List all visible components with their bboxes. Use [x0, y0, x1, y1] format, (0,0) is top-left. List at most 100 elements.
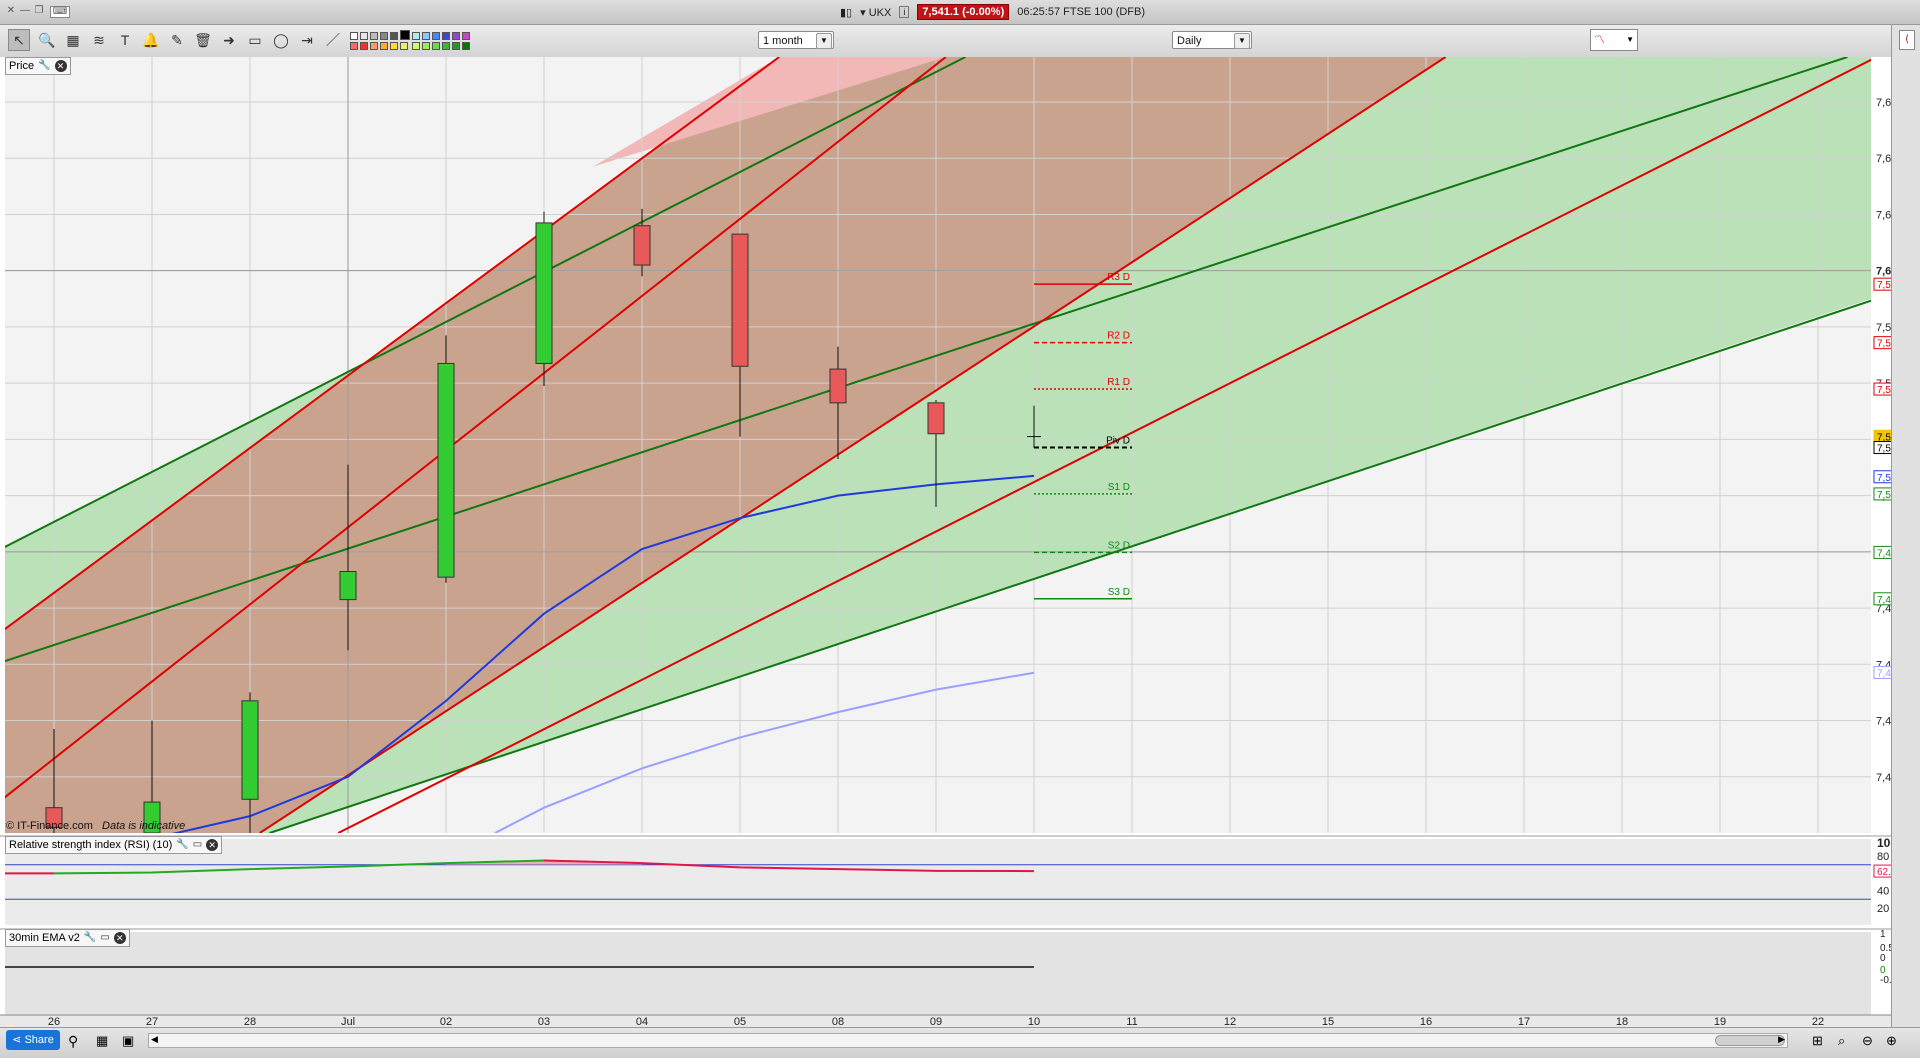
alert-bell-icon[interactable]: 🔔	[140, 29, 162, 51]
x-tick-label: 05	[734, 1016, 746, 1027]
x-tick-label: 28	[244, 1016, 256, 1027]
fib-tool-icon[interactable]: ▦	[62, 29, 84, 51]
x-axis: 26 27 28 Jul 02 03 04 05 08 09 10 11 12 15 16 17 18 19 22	[0, 1014, 1891, 1027]
x-tick-label: 22	[1812, 1016, 1824, 1027]
y-tick-label: 7,620	[1876, 209, 1891, 221]
chevron-down-icon: ▼	[816, 33, 832, 49]
time-scrollbar[interactable]: ◀ ▶	[148, 1033, 1788, 1048]
trendline-tool-icon[interactable]: ／	[322, 29, 344, 51]
share-button[interactable]: ⋖ Share	[6, 1030, 60, 1050]
candle-body	[339, 571, 357, 601]
rsi-background	[5, 839, 1871, 925]
scroll-left-icon[interactable]: ◀	[151, 1034, 158, 1045]
interval-select[interactable]: Daily ▼	[1172, 31, 1252, 49]
price-badge: 7,541.1 (-0.00%)	[917, 4, 1010, 20]
x-tick-label: 03	[538, 1016, 550, 1027]
close-icon[interactable]: ✕	[206, 839, 219, 851]
price-label-text: 7,574.4	[1877, 339, 1891, 350]
share-icon: ⋖	[12, 1034, 22, 1046]
candle-body	[437, 362, 455, 578]
y-tick-label: 7,660	[1876, 97, 1891, 109]
zoom-icon[interactable]: 🔍	[36, 29, 58, 51]
horizontal-line-tool-icon[interactable]: ⇥	[296, 29, 318, 51]
candle-body	[633, 225, 651, 266]
info-icon[interactable]: i	[899, 6, 910, 18]
x-tick-label: 08	[832, 1016, 844, 1027]
maximize-icon[interactable]: ▭	[193, 837, 202, 853]
x-tick-label: 02	[440, 1016, 452, 1027]
ema-panel[interactable]: 10.500-0.5	[0, 928, 1891, 1015]
scroll-thumb[interactable]	[1715, 1035, 1785, 1046]
indicative-note: Data is indicative	[102, 820, 186, 832]
fit-icon[interactable]: ⊞	[1812, 1033, 1823, 1049]
window-icon[interactable]: ▣	[122, 1033, 134, 1049]
minimize-icon[interactable]: —	[20, 6, 30, 16]
price-label-text: 7,457.1	[1877, 668, 1891, 679]
arrow-tool-icon[interactable]: ➜	[218, 29, 240, 51]
collapse-panel-icon[interactable]: ⟨	[1899, 30, 1915, 50]
rsi-panel-header: Relative strength index (RSI) (10) 🔧 ▭ ✕	[5, 836, 223, 854]
symbol-dropdown[interactable]: ▾ UKX	[860, 6, 891, 19]
title-bar: ✕ — ❐ ⌨ ▮▯ ▾ UKX i 7,541.1 (-0.00%) 06:2…	[0, 0, 1920, 25]
restore-icon[interactable]: ❐	[34, 6, 44, 16]
rectangle-tool-icon[interactable]: ▭	[244, 29, 266, 51]
y-tick-label: 7,580	[1876, 322, 1891, 334]
instrument-icon[interactable]: ▮▯	[840, 6, 852, 19]
price-panel-title: Price	[9, 60, 35, 72]
ema-panel-header: 30min EMA v2 🔧 ▭ ✕	[5, 929, 130, 947]
close-icon[interactable]: ✕	[54, 60, 67, 72]
link-icon[interactable]: ⚲	[68, 1033, 78, 1050]
wrench-icon[interactable]: 🔧	[38, 58, 50, 74]
scroll-right-icon[interactable]: ▶	[1778, 1034, 1785, 1045]
wrench-icon[interactable]: 🔧	[176, 837, 188, 853]
rsi-panel-title: Relative strength index (RSI) (10)	[9, 839, 173, 851]
price-panel[interactable]: R3 D R2 D R1 D Piv D S1 D S2 D S3 D 7,420 7,440 7…	[0, 57, 1891, 855]
color-palette[interactable]	[350, 30, 504, 52]
keyboard-icon[interactable]: ⌨	[50, 6, 70, 18]
rsi-panel[interactable]: 2040608010062.710	[0, 835, 1891, 925]
ema-tick-label: -0.5	[1880, 975, 1891, 986]
chart-area[interactable]: R3 D R2 D R1 D Piv D S1 D S2 D S3 D 7,420 7,440 7…	[0, 57, 1891, 1027]
rsi-tick-label: 100	[1877, 836, 1891, 850]
pivot-label: R1 D	[1107, 377, 1130, 388]
x-tick-label: 12	[1224, 1016, 1236, 1027]
rsi-tick-label: 80	[1877, 851, 1889, 863]
zoom-fit-icon[interactable]: ⌕	[1838, 1033, 1845, 1049]
maximize-icon[interactable]: ▭	[100, 930, 109, 946]
chart-type-button[interactable]: 〽 ▼	[1590, 29, 1638, 51]
right-side-strip: ⟨	[1891, 25, 1920, 1027]
close-icon[interactable]: ✕	[113, 932, 126, 944]
x-axis-background	[0, 1015, 1891, 1027]
close-icon[interactable]: ✕	[6, 6, 16, 16]
price-label-text: 7,483.3	[1877, 595, 1891, 606]
pointer-icon[interactable]: ↖	[8, 29, 30, 51]
pivot-label: Piv D	[1106, 436, 1130, 447]
x-tick-label: 10	[1028, 1016, 1040, 1027]
chart-type-icon: 〽	[1594, 34, 1605, 46]
x-tick-label: 11	[1126, 1016, 1137, 1027]
trash-icon[interactable]: 🗑	[192, 29, 214, 51]
x-tick-label: 26	[48, 1016, 60, 1027]
y-tick-label: 7,600	[1876, 266, 1891, 278]
symbol-label: UKX	[868, 6, 892, 19]
zoom-in-icon[interactable]: ⊕	[1886, 1033, 1897, 1049]
price-label-text: 7,557.9	[1877, 385, 1891, 396]
ema-tick-label: 0	[1880, 953, 1886, 964]
price-panel-header: Price 🔧 ✕	[5, 57, 71, 75]
zoom-out-icon[interactable]: ⊖	[1862, 1033, 1873, 1049]
price-label-text: 7,499.8	[1877, 548, 1891, 559]
wrench-icon[interactable]: 🔧	[84, 930, 96, 946]
fib-fan-icon[interactable]: ≋	[88, 29, 110, 51]
x-tick-label: 09	[930, 1016, 942, 1027]
rsi-tick-label: 40	[1877, 886, 1889, 898]
y-tick-label: 7,420	[1876, 772, 1891, 784]
x-tick-label: 04	[636, 1016, 648, 1027]
table-icon[interactable]: ▦	[96, 1033, 108, 1049]
text-tool-icon[interactable]: T	[114, 29, 136, 51]
candle-body	[927, 402, 945, 435]
x-tick-label: 16	[1420, 1016, 1432, 1027]
y-tick-label: 7,640	[1876, 153, 1891, 165]
ellipse-tool-icon[interactable]: ◯	[270, 29, 292, 51]
paint-icon[interactable]: ✎	[166, 29, 188, 51]
period-select[interactable]: 1 month ▼	[758, 31, 834, 49]
